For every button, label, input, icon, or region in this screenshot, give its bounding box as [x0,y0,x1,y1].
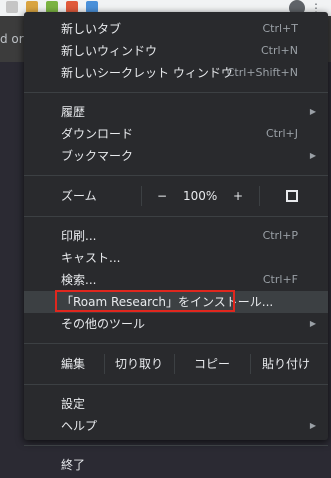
menu-item-find[interactable]: 検索... Ctrl+F [24,269,328,291]
submenu-arrow-icon: ▶ [309,151,316,160]
menu-divider [24,175,328,176]
chrome-main-menu: 新しいタブ Ctrl+T 新しいウィンドウ Ctrl+N 新しいシークレット ウ… [24,12,328,472]
menu-divider [24,343,328,344]
menu-item-label: ヘルプ [61,419,98,433]
menu-item-more-tools[interactable]: その他のツール ▶ [24,313,328,335]
zoom-in-button[interactable]: + [217,184,259,208]
submenu-arrow-icon: ▶ [309,421,316,430]
menu-item-new-window[interactable]: 新しいウィンドウ Ctrl+N [24,40,328,62]
menu-item-print[interactable]: 印刷... Ctrl+P [24,225,328,247]
divider [259,186,260,206]
shortcut-label: Ctrl+T [262,22,298,35]
zoom-label: ズーム [61,189,97,203]
shortcut-label: Ctrl+F [262,273,298,286]
menu-item-label: 新しいタブ [61,22,122,36]
menu-item-label: 設定 [61,397,86,411]
menu-item-history[interactable]: 履歴 ▶ [24,101,328,123]
zoom-level-value: 100% [183,189,218,203]
menu-divider [24,92,328,93]
menu-item-downloads[interactable]: ダウンロード Ctrl+J [24,123,328,145]
menu-item-label: 検索... [61,273,97,287]
edit-label: 編集 [61,357,86,371]
annotation-highlight-box [55,290,235,312]
menu-item-label: キャスト... [61,251,121,265]
edit-row: 編集 切り取り コピー 貼り付け [24,352,328,376]
menu-item-cast[interactable]: キャスト... [24,247,328,269]
shortcut-label: Ctrl+Shift+N [226,66,298,79]
menu-item-new-tab[interactable]: 新しいタブ Ctrl+T [24,18,328,40]
copy-button[interactable]: コピー [174,352,250,376]
shortcut-label: Ctrl+N [260,44,298,57]
menu-item-label: 新しいシークレット ウィンドウ [61,66,233,80]
menu-item-label: 履歴 [61,105,86,119]
menu-item-label: 新しいウィンドウ [61,44,158,58]
menu-item-settings[interactable]: 設定 [24,393,328,415]
menu-divider [24,445,328,446]
menu-divider [24,384,328,385]
submenu-arrow-icon: ▶ [309,107,316,116]
zoom-out-button[interactable]: − [141,184,183,208]
menu-item-install-app[interactable]: 「Roam Research」をインストール... [24,290,328,313]
zoom-row: ズーム − 100% + [24,184,328,208]
submenu-arrow-icon: ▶ [309,319,316,328]
menu-item-bookmarks[interactable]: ブックマーク ▶ [24,145,328,167]
menu-item-label: 印刷... [61,229,97,243]
background-text: d or [0,32,24,46]
menu-item-help[interactable]: ヘルプ ▶ [24,415,328,437]
menu-item-exit[interactable]: 終了 [24,454,328,476]
cut-button[interactable]: 切り取り [104,352,174,376]
shortcut-label: Ctrl+J [265,127,298,140]
menu-item-label: 終了 [61,458,86,472]
menu-item-new-incognito-window[interactable]: 新しいシークレット ウィンドウ Ctrl+Shift+N [24,62,328,84]
tab-favicon-icon[interactable] [6,1,18,13]
menu-item-label: その他のツール [61,317,146,331]
shortcut-label: Ctrl+P [262,229,298,242]
menu-item-label: ダウンロード [61,127,134,141]
menu-item-label: ブックマーク [61,149,134,163]
fullscreen-icon[interactable] [286,190,298,202]
menu-divider [24,216,328,217]
paste-button[interactable]: 貼り付け [250,352,322,376]
